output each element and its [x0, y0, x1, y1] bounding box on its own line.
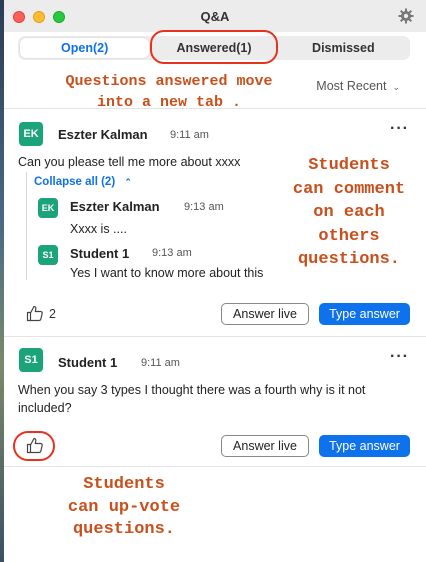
upvote-annotation: Students can up-vote questions.	[44, 474, 204, 542]
avatar: EK	[38, 198, 58, 218]
tab-answered[interactable]: Answered(1)	[149, 38, 278, 58]
reply-author: Student 1	[70, 246, 130, 261]
title-bar: Q&A	[4, 0, 426, 32]
tab-open[interactable]: Open(2)	[20, 38, 150, 58]
answer-live-button[interactable]: Answer live	[221, 435, 309, 457]
thumbs-up-icon[interactable]	[26, 437, 44, 454]
annotation-line: Questions answered move	[65, 73, 273, 90]
chevron-up-icon: ⌃	[124, 177, 132, 187]
window-title: Q&A	[200, 9, 230, 24]
collapse-replies-link[interactable]: Collapse all (2) ⌃	[34, 176, 132, 188]
avatar: EK	[19, 122, 43, 146]
annotation-line: can up-vote	[67, 497, 181, 517]
question-time: 9:11 am	[170, 129, 209, 141]
annotation-line: into a new tab .	[96, 94, 242, 111]
question-author: Eszter Kalman	[58, 127, 148, 142]
annotation-line: can comment	[292, 179, 406, 199]
like-count: 2	[49, 307, 56, 321]
sort-label: Most Recent	[316, 79, 387, 93]
question-text-line: included?	[18, 401, 72, 415]
reply-text: Yes I want to know more about this	[70, 266, 264, 280]
annotation-line: Students	[308, 156, 390, 175]
annotation-line: questions.	[297, 250, 401, 269]
sort-dropdown[interactable]: Most Recent ⌄	[316, 79, 400, 93]
annotation-line: Students	[83, 475, 165, 494]
reply-time: 9:13 am	[184, 201, 224, 213]
tab-dismissed[interactable]: Dismissed	[279, 38, 408, 58]
divider	[4, 108, 426, 109]
annotation-line: questions.	[72, 520, 176, 539]
reply-author: Eszter Kalman	[70, 199, 160, 214]
question-text-line: When you say 3 types I thought there was…	[18, 383, 366, 397]
divider	[4, 336, 426, 337]
tab-bar: Open(2) Answered(1) Dismissed	[18, 36, 410, 60]
qa-window: Q&A Open(2) Answered(1) Dismissed Questi…	[4, 0, 426, 562]
question-text: When you say 3 types I thought there was…	[18, 381, 418, 417]
avatar: S1	[38, 245, 58, 265]
divider	[4, 466, 426, 467]
gear-icon[interactable]	[398, 8, 414, 24]
chevron-down-icon: ⌄	[392, 82, 400, 92]
more-options-icon[interactable]: ···	[390, 120, 409, 138]
annotation-line: on each	[313, 203, 385, 222]
answer-live-button[interactable]: Answer live	[221, 303, 309, 325]
tab-annotation: Questions answered move into a new tab .	[44, 71, 294, 113]
type-answer-button[interactable]: Type answer	[319, 435, 410, 457]
question-author: Student 1	[58, 355, 118, 370]
comment-annotation: Students can comment on each others ques…	[280, 154, 418, 272]
reply-time: 9:13 am	[152, 247, 192, 259]
avatar: S1	[19, 348, 43, 372]
more-options-icon[interactable]: ···	[390, 348, 409, 366]
annotation-line: others	[318, 226, 380, 246]
question-time: 9:11 am	[141, 357, 180, 369]
reply-text: Xxxx is ....	[70, 222, 127, 236]
collapse-label: Collapse all (2)	[34, 176, 116, 188]
type-answer-button[interactable]: Type answer	[319, 303, 410, 325]
thumbs-up-icon[interactable]	[26, 305, 44, 322]
question-text: Can you please tell me more about xxxx	[18, 155, 241, 169]
thread-line	[26, 172, 27, 280]
